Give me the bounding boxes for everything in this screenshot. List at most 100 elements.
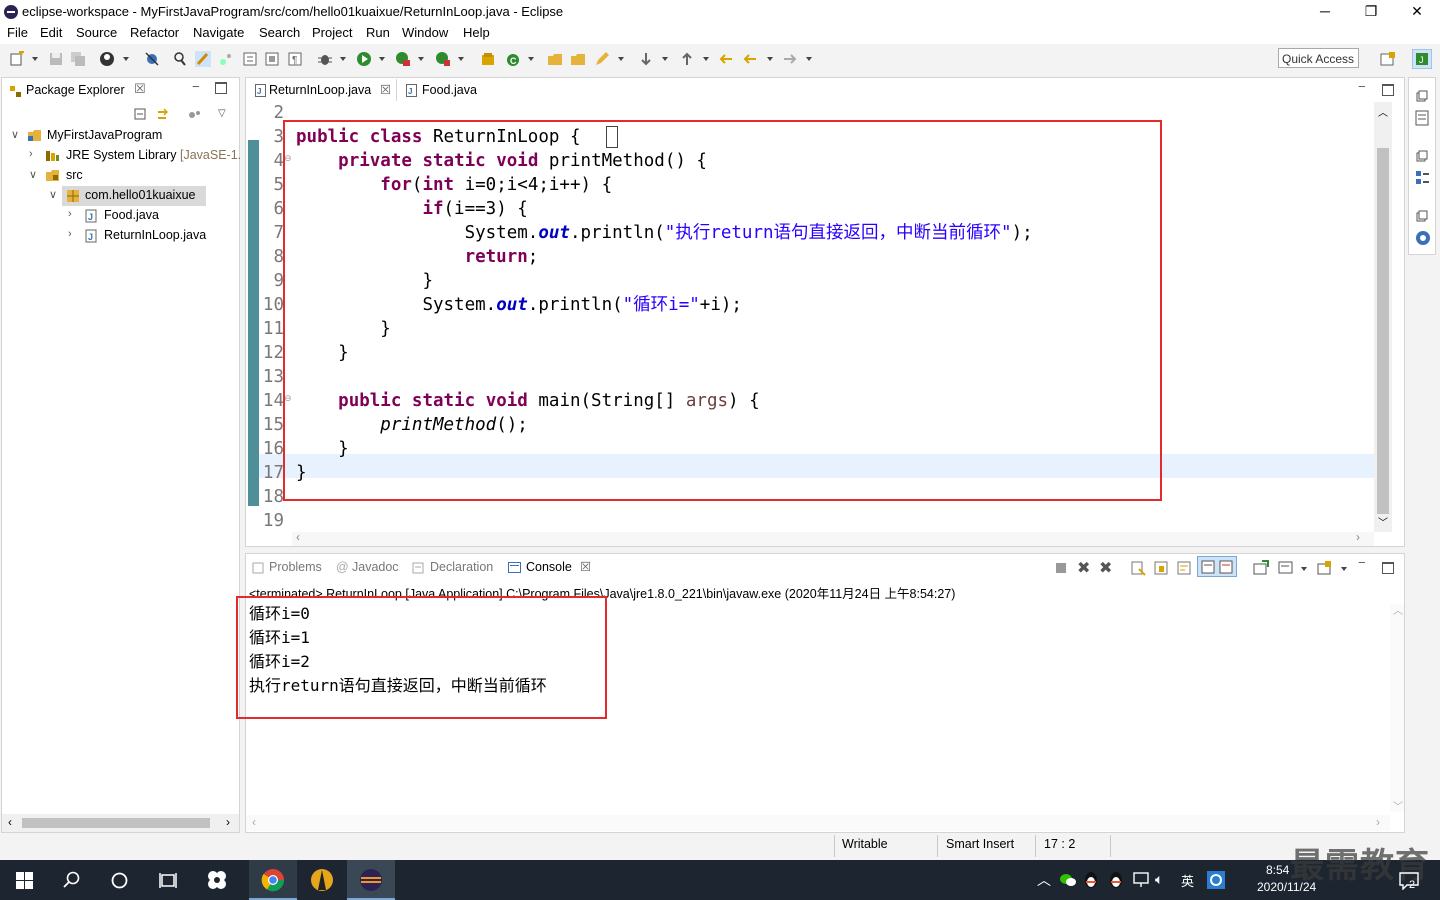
qq-icon[interactable]: [1108, 871, 1124, 889]
scroll-left-icon[interactable]: ‹: [252, 815, 256, 829]
scroll-up-icon[interactable]: ︿: [1378, 104, 1388, 119]
run-icon[interactable]: [356, 51, 372, 67]
tab-close-icon[interactable]: ☒: [380, 82, 391, 97]
maximize-editor-icon[interactable]: [1382, 84, 1394, 96]
collapsed-chevron-icon[interactable]: ›: [29, 148, 33, 160]
package-explorer-close-icon[interactable]: ☒: [134, 81, 146, 97]
menu-edit[interactable]: Edit: [40, 25, 62, 40]
collapse-all-icon[interactable]: [134, 108, 148, 122]
console-hscrollbar[interactable]: ‹ ›: [246, 815, 1390, 831]
ime-indicator[interactable]: 英: [1181, 871, 1194, 890]
user-icon[interactable]: [99, 51, 115, 67]
scroll-down-icon[interactable]: ﹀: [1378, 514, 1388, 529]
maximize-console-icon[interactable]: [1382, 562, 1394, 574]
outline-icon[interactable]: [242, 51, 258, 67]
menu-help[interactable]: Help: [463, 25, 490, 40]
java-perspective-icon[interactable]: J: [1412, 49, 1432, 69]
scroll-up-icon[interactable]: ︿: [1393, 602, 1403, 617]
show-stderr-icon[interactable]: [1219, 560, 1233, 574]
windows-start-icon[interactable]: [16, 872, 33, 889]
new-java-project-icon[interactable]: [480, 51, 496, 67]
last-edit-icon[interactable]: [718, 51, 734, 67]
status-insert-mode[interactable]: Smart Insert: [946, 837, 1014, 851]
scroll-thumb[interactable]: [1377, 148, 1389, 514]
display-console-dropdown-icon[interactable]: [1301, 567, 1307, 571]
external-tools-icon[interactable]: [435, 51, 451, 67]
prev-annotation-dropdown-icon[interactable]: [703, 57, 709, 61]
quick-access-input[interactable]: Quick Access: [1278, 48, 1359, 68]
toggle-mark-icon[interactable]: [195, 51, 211, 67]
open-task-icon[interactable]: [570, 51, 586, 67]
next-annotation-dropdown-icon[interactable]: [662, 57, 668, 61]
tray-expand-icon[interactable]: ︿: [1037, 870, 1051, 890]
remove-all-launches-icon[interactable]: ✖: [1099, 558, 1112, 578]
task-list-icon[interactable]: [1415, 110, 1429, 126]
menu-navigate[interactable]: Navigate: [193, 25, 244, 40]
annotation-icon[interactable]: [218, 51, 234, 67]
open-type-icon[interactable]: [547, 51, 563, 67]
tab-console[interactable]: Console ☒: [502, 554, 598, 578]
save-icon[interactable]: [48, 51, 64, 67]
package-explorer-hscrollbar[interactable]: ‹ ›: [2, 814, 239, 832]
menu-refactor[interactable]: Refactor: [130, 25, 179, 40]
minimize-console-icon[interactable]: −: [1358, 555, 1366, 570]
new-icon[interactable]: [9, 51, 25, 67]
welcome-view-icon[interactable]: [1415, 230, 1431, 246]
outline-view-icon[interactable]: [1415, 170, 1430, 185]
restore-button[interactable]: ❐: [1348, 0, 1394, 23]
tab-food-java[interactable]: J Food.java: [398, 79, 488, 101]
link-with-editor-icon[interactable]: [156, 108, 172, 122]
taskbar-search-icon[interactable]: [63, 871, 81, 889]
new-dropdown-icon[interactable]: [32, 57, 38, 61]
wechat-icon[interactable]: [1059, 872, 1077, 888]
scroll-thumb[interactable]: [22, 818, 210, 828]
scroll-left-icon[interactable]: ‹: [296, 530, 300, 544]
save-all-icon[interactable]: [70, 51, 86, 67]
network-icon[interactable]: [1132, 872, 1150, 888]
clear-console-icon[interactable]: [1130, 560, 1146, 576]
scroll-right-icon[interactable]: ›: [1376, 815, 1380, 829]
tree-item-package[interactable]: com.hello01kuaixue: [62, 186, 206, 206]
restore-view-icon[interactable]: [1416, 90, 1428, 102]
skip-breakpoints-icon[interactable]: [144, 51, 160, 67]
show-console-toggle[interactable]: [1197, 556, 1237, 577]
prev-annotation-icon[interactable]: [679, 51, 695, 67]
expanded-chevron-icon[interactable]: ∨: [49, 188, 57, 201]
run-dropdown-icon[interactable]: [379, 57, 385, 61]
terminate-icon[interactable]: [1056, 563, 1066, 573]
view-menu-settings-icon[interactable]: [188, 108, 202, 122]
minimize-view-icon[interactable]: −: [192, 79, 200, 94]
expanded-chevron-icon[interactable]: ∨: [11, 128, 19, 141]
task-view-icon[interactable]: [159, 872, 177, 889]
forward-icon[interactable]: [782, 51, 798, 67]
remove-launch-icon[interactable]: ✖: [1077, 558, 1090, 578]
volume-icon[interactable]: 🔈︎: [1155, 871, 1163, 888]
back-dropdown-icon[interactable]: [767, 57, 773, 61]
menu-project[interactable]: Project: [312, 25, 352, 40]
scroll-lock-icon[interactable]: [1153, 560, 1169, 576]
coverage-icon[interactable]: [395, 51, 411, 67]
qq-browser-icon[interactable]: [1207, 871, 1225, 889]
display-selected-console-icon[interactable]: [1278, 560, 1294, 576]
editor-vscrollbar[interactable]: ︿ ﹀: [1374, 102, 1392, 532]
menu-run[interactable]: Run: [366, 25, 390, 40]
scroll-left-icon[interactable]: ‹: [8, 815, 12, 829]
menu-search[interactable]: Search: [259, 25, 300, 40]
search-icon[interactable]: [172, 51, 188, 67]
maximize-view-icon[interactable]: [215, 82, 227, 94]
scroll-right-icon[interactable]: ›: [1356, 530, 1360, 544]
open-console-dropdown-icon[interactable]: [1341, 567, 1347, 571]
close-button[interactable]: ✕: [1394, 0, 1440, 23]
forward-dropdown-icon[interactable]: [806, 57, 812, 61]
console-vscrollbar[interactable]: ︿ ﹀: [1390, 602, 1404, 813]
open-console-icon[interactable]: [1317, 560, 1333, 576]
word-wrap-icon[interactable]: [1176, 560, 1192, 576]
open-perspective-icon[interactable]: [1380, 51, 1396, 67]
menu-window[interactable]: Window: [402, 25, 448, 40]
clock-time[interactable]: 8:54: [1266, 863, 1289, 877]
qq-icon[interactable]: [1083, 871, 1099, 889]
restore-view-icon[interactable]: [1416, 150, 1428, 162]
view-menu-chevron-icon[interactable]: ▽: [218, 108, 226, 119]
restore-view-icon[interactable]: [1416, 210, 1428, 222]
pencil-dropdown-icon[interactable]: [618, 57, 624, 61]
